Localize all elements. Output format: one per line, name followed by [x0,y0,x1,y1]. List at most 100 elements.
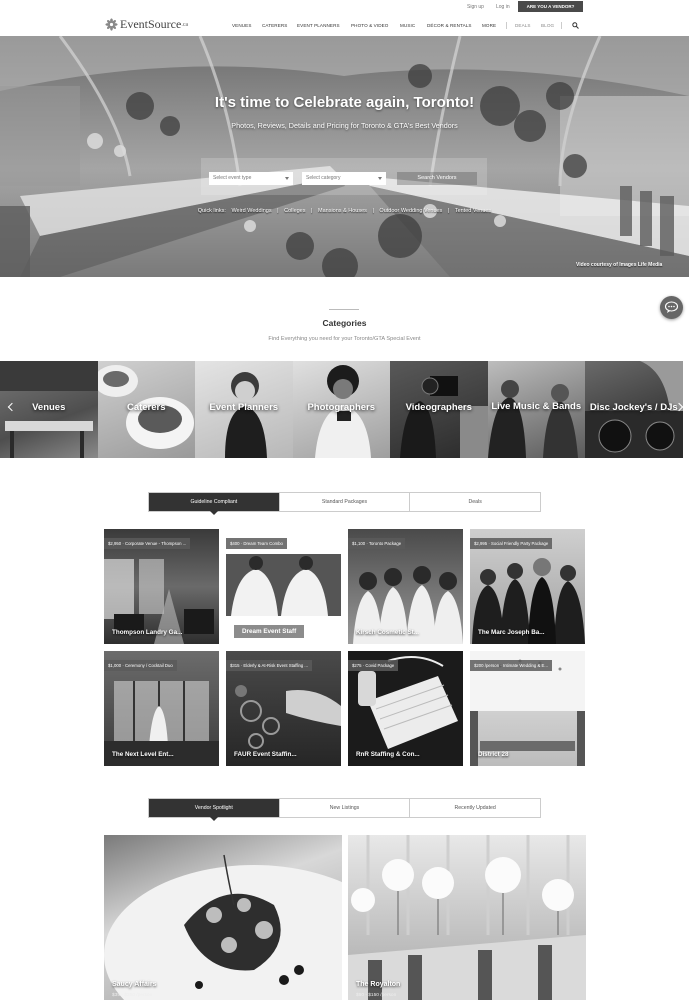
quick-link[interactable]: Weird Weddings [231,208,271,214]
category-caterers[interactable]: Caterers [97,361,195,458]
quick-links: Quick links: Weird Weddings | Colleges |… [0,208,689,214]
quick-link[interactable]: Outdoor Wedding Venues [379,208,442,214]
hero-subtitle: Photos, Reviews, Details and Pricing for… [231,121,458,130]
package-vendor-name: District 28 [478,751,509,758]
quick-link[interactable]: Mansions & Houses [318,208,367,214]
package-price: $2,995 · Social Friendly Party Package [470,538,553,549]
vendor-cta-button[interactable]: ARE YOU A VENDOR? [518,1,583,12]
quick-link[interactable]: Tented Venues [455,208,491,214]
category-select[interactable]: Select category [302,172,386,185]
search-vendors-button[interactable]: Search Vendors [397,172,477,185]
logo-text: EventSource [120,17,182,31]
categories-title: Categories [322,318,367,328]
package-vendor-name: Dream Event Staff [234,625,305,638]
signup-link[interactable]: Sign up [467,4,484,10]
event-type-select[interactable]: Select event type [209,172,293,185]
package-tabs: Guideline Compliant Standard Packages De… [148,492,541,515]
hero-banner: It's time to Celebrate again, Toronto! P… [0,36,689,277]
category-placeholder: Select category [306,175,341,181]
package-card[interactable]: $1,100 · Toronto Package Kirsch Cosmetic… [348,529,463,644]
logo-tld: .ca [181,21,189,28]
spotlight-card[interactable]: The Royalton $60 - $150 /person [348,835,586,1000]
category-label: Event Planners [209,402,279,413]
vendor-search-form: Select event type Select category Search… [201,158,487,195]
package-card[interactable]: $200 /person · Intimate Wedding & E... D… [470,651,585,766]
tab-standard-packages[interactable]: Standard Packages [279,493,411,511]
category-label: Live Music & Bands [491,401,582,412]
nav-caterers[interactable]: CATERERS [262,23,287,28]
category-djs[interactable]: Disc Jockey's / DJs [585,361,683,458]
event-type-placeholder: Select event type [213,175,252,181]
package-vendor-name: The Marc Joseph Ba... [478,629,545,636]
nav-divider [506,22,507,29]
package-card[interactable]: $1,000 · Ceremony / Cocktail Duo The Nex… [104,651,219,766]
login-link[interactable]: Log in [496,4,510,10]
spotlight-vendor-name: The Royalton [356,981,401,988]
quick-link-separator: | [311,208,313,214]
package-price: $400 · Dream Team Combo [226,538,287,549]
categories-subtitle: Find Everything you need for your Toront… [268,336,421,342]
package-card[interactable]: $315 · Elderly & At-Risk Event Staffing … [226,651,341,766]
spotlight-card[interactable]: Saucy Affairs $35 - $250 /person [104,835,342,1000]
nav-divider [561,22,562,29]
main-nav: EventSource .ca VENUES CATERERS EVENT PLA… [0,14,689,35]
quick-link-separator: | [372,208,374,214]
package-card[interactable]: $400 · Dream Team Combo Dream Event Staf… [226,529,341,644]
spotlight-image [104,854,342,1000]
chevron-down-icon [378,177,382,180]
quick-link-separator: | [447,208,450,214]
tab-new-listings[interactable]: New Listings [279,799,411,817]
package-price: $315 · Elderly & At-Risk Event Staffing … [226,660,313,671]
hero-background-image [0,36,689,277]
nav-blog[interactable]: BLOG [541,23,554,28]
quick-links-label: Quick links: [197,208,226,214]
chat-bubble-icon [664,301,679,313]
nav-more[interactable]: MORE [482,23,496,28]
hero-title: It's time to Celebrate again, Toronto! [214,94,475,111]
spotlight-image [348,835,586,1000]
video-credit: Video courtesy of Images Life Media [576,262,663,268]
utility-bar: Sign up Log in ARE YOU A VENDOR? [0,0,689,14]
spotlight-price: $35 - $250 /person [112,993,153,998]
package-price: $1,100 · Toronto Package [348,538,406,549]
package-vendor-name: FAUR Event Staffin... [234,751,297,758]
spotlight-price: $60 - $150 /person [356,993,397,998]
nav-photo-video[interactable]: PHOTO & VIDEO [351,23,388,28]
section-divider [329,309,359,310]
category-venues[interactable]: Venues [0,361,98,458]
category-label: Disc Jockey's / DJs [589,402,678,413]
spotlight-vendor-name: Saucy Affairs [112,981,157,988]
nav-event-planners[interactable]: EVENT PLANNERS [297,23,340,28]
package-card[interactable]: $2,950 · Corporate Venue - Thompson ... … [104,529,219,644]
category-videographers[interactable]: Videographers [390,361,488,458]
package-price: $200 /person · Intimate Wedding & E... [470,660,552,671]
tab-vendor-spotlight[interactable]: Vendor Spotlight [149,799,280,821]
category-carousel: Venues Caterers Event Planners Photograp… [0,361,689,458]
package-vendor-name: RnR Staffing & Con... [356,751,420,758]
package-card[interactable]: $2,995 · Social Friendly Party Package T… [470,529,585,644]
tab-guideline-compliant[interactable]: Guideline Compliant [149,493,280,515]
quick-link[interactable]: Colleges [284,208,305,214]
nav-deals[interactable]: DEALS [515,23,531,28]
package-vendor-name: The Next Level Ent... [112,751,174,758]
quick-link-separator: | [277,208,279,214]
chevron-down-icon [285,177,289,180]
logo[interactable]: EventSource .ca [105,17,188,32]
nav-venues[interactable]: VENUES [232,23,252,28]
package-price: $1,000 · Ceremony / Cocktail Duo [104,660,177,671]
package-card[interactable]: $275 · Covid Package RnR Staffing & Con.… [348,651,463,766]
tab-recently-updated[interactable]: Recently Updated [410,799,541,817]
category-label: Caterers [126,402,166,413]
nav-decor-rentals[interactable]: DÉCOR & RENTALS [427,23,472,28]
package-price: $275 · Covid Package [348,660,399,671]
package-vendor-name: Kirsch Cosmetic St... [356,629,419,636]
category-live-music[interactable]: Live Music & Bands [487,361,585,458]
logo-flower-icon [105,18,118,31]
tab-deals[interactable]: Deals [410,493,541,511]
category-event-planners[interactable]: Event Planners [195,361,293,458]
nav-music[interactable]: MUSIC [400,23,415,28]
category-label: Photographers [307,402,376,413]
search-icon[interactable] [572,22,579,29]
category-photographers[interactable]: Photographers [292,361,390,458]
chat-button[interactable] [660,296,683,319]
